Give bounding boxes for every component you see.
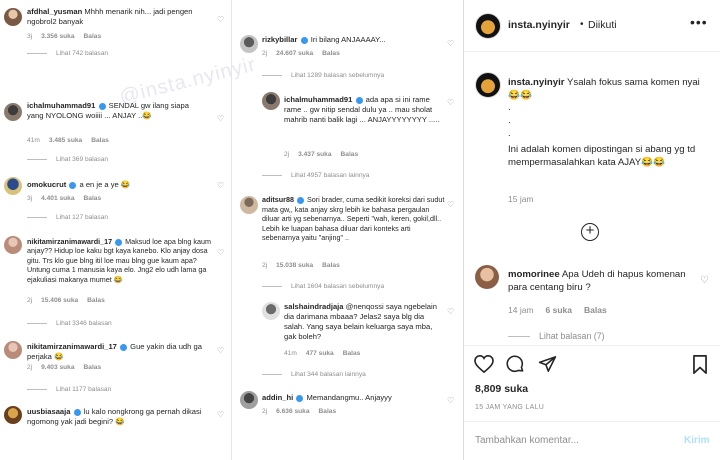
- comment-meta: 3j 4.401 suka Balas: [27, 195, 102, 202]
- heart-icon: ♡: [217, 410, 225, 419]
- image-comment: omokucrut a en je a ye 😂: [27, 180, 131, 189]
- image-comment: uusbiasaaja lu kalo nongkrong ga pernah …: [27, 407, 202, 426]
- image-comment: ichalmuhammad91 SENDAL gw ilang siapa ya…: [27, 101, 189, 120]
- heart-icon: ♡: [217, 181, 225, 190]
- avatar: [262, 92, 280, 110]
- avatar[interactable]: [475, 13, 501, 39]
- avatar: [262, 302, 280, 320]
- caption-dot: .: [508, 128, 511, 139]
- view-replies: Lihat 344 balasan lainnya: [262, 371, 366, 378]
- post-header: insta.nyinyir • Diikuti •••: [464, 0, 720, 52]
- avatar: [4, 103, 22, 121]
- post-image[interactable]: @insta.nyinyir afdhal_yusman Mhhh menari…: [0, 0, 464, 460]
- like-count[interactable]: 8,809 suka: [475, 383, 528, 395]
- image-comment: aditsur88 Sori brader, cuma sedikit kore…: [262, 195, 445, 243]
- post-panel: insta.nyinyir • Diikuti ••• insta.nyinyi…: [464, 0, 720, 460]
- more-options-icon[interactable]: •••: [690, 14, 708, 30]
- comment-meta: 2j 24.607 suka Balas: [262, 50, 340, 57]
- like-comment-icon[interactable]: ♡: [700, 275, 709, 286]
- heart-icon: ♡: [447, 307, 455, 316]
- view-replies: Lihat 4957 balasan lainnya: [262, 172, 369, 179]
- avatar: [4, 406, 22, 424]
- view-replies: Lihat 1177 balasan: [27, 386, 111, 393]
- comment-meta: 3j 3.356 suka Balas: [27, 33, 102, 40]
- comment-meta: 2j 3.437 suka Balas: [284, 151, 359, 158]
- image-comment: nikitamirzanimawardi_17 Maksud loe apa b…: [27, 237, 211, 284]
- like-heart-icon[interactable]: [474, 355, 494, 373]
- post-actions: 8,809 suka 15 JAM YANG LALU: [464, 345, 720, 421]
- comment-meta: 14 jam 6 suka Balas: [508, 305, 619, 315]
- bookmark-icon[interactable]: [692, 355, 708, 374]
- comment-username[interactable]: momorinee: [508, 269, 560, 280]
- comment-likes[interactable]: 6 suka: [546, 305, 572, 315]
- avatar[interactable]: [475, 265, 499, 289]
- comment: momorinee Apa Udeh di hapus komenan para…: [508, 268, 686, 294]
- heart-icon: ♡: [217, 114, 225, 123]
- comment-meta: 2j 6.636 suka Balas: [262, 408, 337, 415]
- heart-icon: ♡: [447, 39, 455, 48]
- image-comments-left: afdhal_yusman Mhhh menarik nih... jadi p…: [0, 0, 232, 460]
- caption-dot: .: [508, 102, 511, 113]
- heart-icon: ♡: [217, 346, 225, 355]
- comment-meta: 41m 3.485 suka Balas: [27, 137, 109, 144]
- image-comment: afdhal_yusman Mhhh menarik nih... jadi p…: [27, 7, 193, 26]
- follow-status-button[interactable]: Diikuti: [588, 19, 617, 31]
- caption-line-2: Ini adalah komen dipostingan si abang yg…: [508, 144, 696, 168]
- avatar[interactable]: [475, 72, 501, 98]
- caption-timestamp[interactable]: 15 jam: [508, 194, 534, 204]
- heart-icon: ♡: [447, 98, 455, 107]
- load-more-comments-icon[interactable]: +: [581, 223, 599, 241]
- image-comment: salshaindradjaja @nenqossi saya ngebelai…: [284, 302, 437, 341]
- comment-meta: 2j 9.403 suka Balas: [27, 364, 102, 371]
- add-comment-input[interactable]: Tambahkan komentar...: [475, 435, 579, 446]
- avatar: [240, 196, 258, 214]
- comment-meta: 2j 15.038 suka Balas: [262, 262, 340, 269]
- view-replies: Lihat 742 balasan: [27, 50, 108, 57]
- avatar: [4, 177, 22, 195]
- add-comment-bar: Tambahkan komentar... Kirim: [464, 421, 720, 460]
- send-button[interactable]: Kirim: [684, 435, 710, 446]
- caption: insta.nyinyir Ysalah fokus sama komen ny…: [508, 76, 708, 102]
- avatar: [240, 391, 258, 409]
- share-icon[interactable]: [538, 355, 557, 373]
- comment-meta: 41m 477 suka Balas: [284, 350, 361, 357]
- view-replies-button[interactable]: Lihat balasan (7): [508, 331, 605, 341]
- image-comment: ichalmuhammad91 ada apa si ini rame rame…: [284, 95, 440, 124]
- view-replies: Lihat 1289 balasan sebelumnya: [262, 72, 384, 79]
- image-comment: addin_hi Memandangmu.. Anjayyy: [262, 393, 392, 402]
- caption-username[interactable]: insta.nyinyir: [508, 77, 565, 88]
- avatar: [240, 35, 258, 53]
- image-comments-right: rizkybillar Iri bilang ANJAAAAY... ♡ 2j 2…: [232, 0, 463, 460]
- image-comment: nikitamirzanimawardi_17 Gue yakin dia ud…: [27, 342, 202, 361]
- caption-dot: .: [508, 115, 511, 126]
- heart-icon: ♡: [217, 15, 225, 24]
- heart-icon: ♡: [447, 200, 455, 209]
- view-replies: Lihat 369 balasan: [27, 156, 108, 163]
- separator-dot: •: [580, 19, 584, 30]
- avatar: [4, 236, 22, 254]
- view-replies: Lihat 127 balasan: [27, 214, 108, 221]
- comment-bubble-icon[interactable]: [506, 355, 525, 374]
- reply-button[interactable]: Balas: [584, 305, 607, 315]
- avatar: [4, 8, 22, 26]
- view-replies: Lihat 3346 balasan: [27, 320, 112, 327]
- image-comment: rizkybillar Iri bilang ANJAAAAY...: [262, 35, 386, 44]
- heart-icon: ♡: [447, 396, 455, 405]
- header-username[interactable]: insta.nyinyir: [508, 19, 570, 31]
- avatar: [4, 341, 22, 359]
- post-age[interactable]: 15 JAM YANG LALU: [475, 404, 544, 411]
- comment-meta: 2j 15.406 suka Balas: [27, 297, 105, 304]
- comment-time[interactable]: 14 jam: [508, 305, 534, 315]
- heart-icon: ♡: [217, 248, 225, 257]
- view-replies: Lihat 1604 balasan sebelumnya: [262, 283, 384, 290]
